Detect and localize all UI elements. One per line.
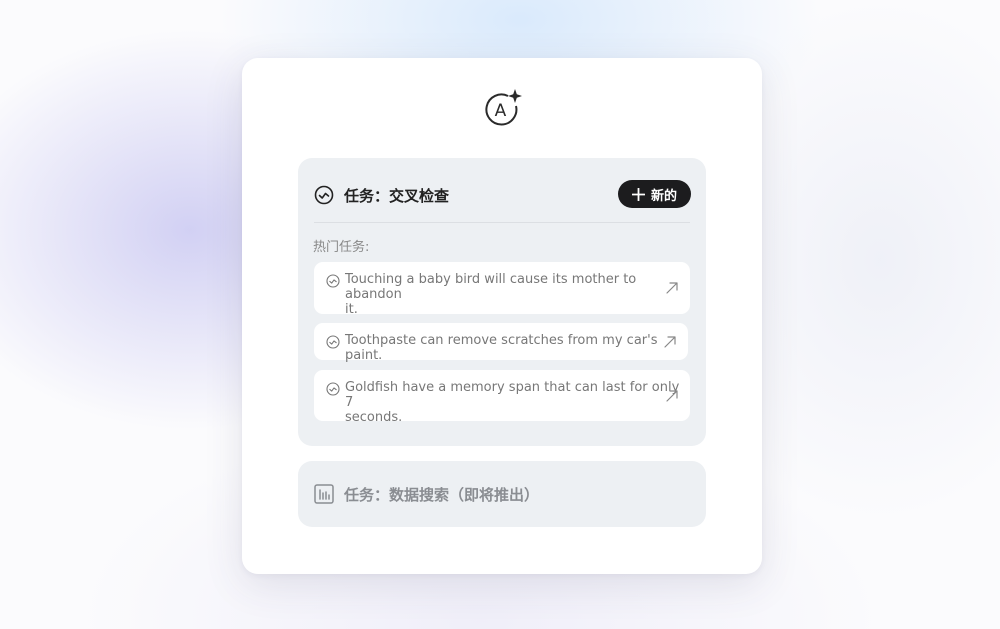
- arrow-up-right-icon: [665, 280, 679, 294]
- hot-task-text: Touching a baby bird will cause its moth…: [345, 272, 637, 317]
- hot-task-item[interactable]: Toothpaste can remove scratches from my …: [314, 323, 688, 363]
- arrow-up-right-icon: [665, 388, 679, 402]
- hot-tasks-label: 热门任务:: [313, 240, 370, 255]
- check-circle-icon: [314, 185, 334, 205]
- new-task-button[interactable]: 新的: [618, 180, 691, 208]
- main-card: A 任务：交叉检查 新的 热门任务: Touching a baby bird …: [242, 58, 762, 574]
- plus-icon: [631, 187, 646, 201]
- svg-text:A: A: [495, 101, 507, 121]
- ai-sparkle-icon: A: [482, 86, 526, 130]
- hot-task-text: Goldfish have a memory span that can las…: [345, 380, 680, 425]
- crosscheck-panel: 任务：交叉检查 新的 热门任务: Touching a baby bird wi…: [298, 158, 706, 446]
- bar-chart-icon: [314, 484, 334, 504]
- check-circle-icon: [326, 273, 340, 288]
- check-circle-icon: [326, 381, 340, 396]
- divider: [314, 222, 690, 223]
- hot-task-text: Toothpaste can remove scratches from my …: [345, 333, 658, 363]
- hot-task-item[interactable]: Touching a baby bird will cause its moth…: [314, 262, 690, 317]
- check-circle-icon: [326, 334, 340, 349]
- datasearch-panel: 任务：数据搜索（即将推出）: [298, 461, 706, 527]
- crosscheck-title: 任务：交叉检查: [344, 186, 450, 205]
- datasearch-title: 任务：数据搜索（即将推出）: [344, 485, 540, 504]
- hot-task-item[interactable]: Goldfish have a memory span that can las…: [314, 370, 690, 425]
- new-task-label: 新的: [650, 188, 677, 204]
- arrow-up-right-icon: [663, 334, 677, 348]
